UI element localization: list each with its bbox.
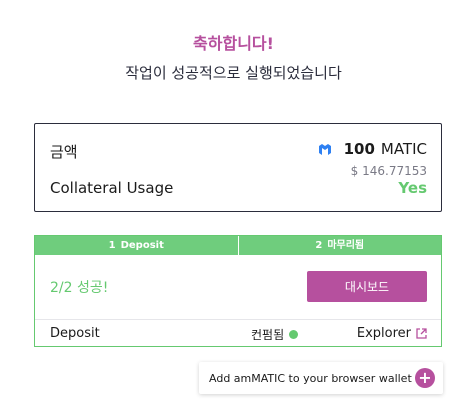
step-tab-finished: 2 마무리됨	[237, 236, 442, 255]
add-to-wallet-button[interactable]: Add amMATIC to your browser wallet +	[199, 362, 443, 394]
step-header: 1 Deposit 2 마무리됨	[35, 236, 441, 255]
status-dot-icon	[289, 330, 299, 339]
collateral-value: Yes	[398, 179, 427, 197]
success-title: 축하합니다!	[193, 34, 274, 53]
amount-label: 금액	[50, 143, 78, 161]
amount-symbol: MATIC	[380, 140, 427, 158]
step-body: 2/2 성공! 대시보드	[35, 255, 441, 320]
step-footer: Deposit 컨펌됨 Explorer	[35, 320, 441, 346]
confirmed-label: 컨펌됨	[251, 328, 285, 342]
step-number: 2	[315, 240, 323, 251]
step-label: 마무리됨	[327, 240, 365, 251]
status-text: 2/2 성공!	[50, 280, 109, 296]
step-label: Deposit	[120, 240, 164, 251]
confirmed-status: 컨펌됨	[251, 326, 299, 343]
dashboard-button[interactable]: 대시보드	[307, 271, 427, 302]
amount-line: 100 MATIC	[318, 140, 427, 158]
amount-usd: $ 146.77153	[350, 164, 427, 178]
matic-icon	[318, 144, 331, 155]
step-number: 1	[108, 240, 116, 251]
external-link-icon	[416, 328, 427, 339]
amount-value: 100	[343, 140, 375, 158]
explorer-link[interactable]: Explorer	[357, 326, 427, 341]
footer-deposit-label: Deposit	[50, 326, 100, 341]
collateral-label: Collateral Usage	[50, 179, 174, 197]
success-subtitle: 작업이 성공적으로 실행되었습니다	[125, 64, 342, 82]
add-wallet-label: Add amMATIC to your browser wallet	[209, 371, 412, 385]
explorer-label: Explorer	[356, 326, 411, 341]
transaction-summary: 금액 100 MATIC $ 146.77153 Collateral Usag…	[34, 123, 442, 212]
steps-panel: 1 Deposit 2 마무리됨 2/2 성공! 대시보드 Deposit 컨펌됨 …	[34, 235, 442, 347]
plus-icon: +	[415, 368, 435, 388]
step-tab-deposit: 1 Deposit	[35, 236, 238, 255]
